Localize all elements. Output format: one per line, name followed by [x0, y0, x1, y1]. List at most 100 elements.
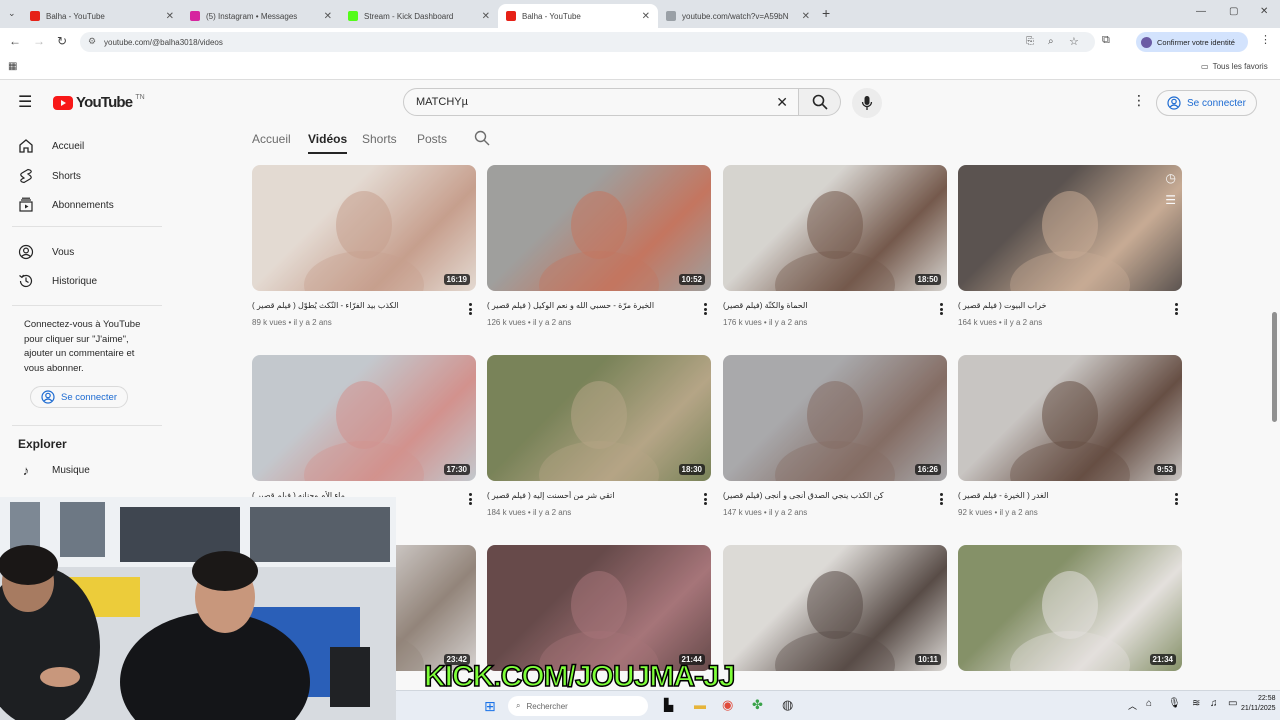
sidebar-item-abonnements[interactable]: Abonnements — [18, 197, 114, 213]
extensions-icon[interactable]: ⧉ — [1102, 34, 1110, 47]
clock[interactable]: 22:58 21/11/2025 — [1241, 694, 1276, 714]
more-actions-icon[interactable] — [703, 303, 707, 315]
scrollbar[interactable] — [1272, 312, 1277, 422]
sidebar-item-vous[interactable]: Vous — [18, 244, 74, 260]
more-actions-icon[interactable] — [468, 303, 472, 315]
wifi-icon[interactable]: ≋ — [1192, 698, 1200, 709]
video-thumbnail[interactable]: ◷ ☰ — [958, 165, 1182, 291]
sidebar-item-shorts[interactable]: Shorts — [18, 168, 81, 184]
reload-icon[interactable]: ↻ — [57, 34, 67, 48]
close-window-icon[interactable]: ✕ — [1260, 6, 1268, 17]
address-bar[interactable]: ⚙ youtube.com/@balha3018/videos ⎘ ⌕ ☆ — [80, 32, 1095, 52]
close-tab-icon[interactable]: ✕ — [802, 11, 810, 22]
chrome-icon[interactable]: ◉ — [722, 697, 733, 713]
video-thumbnail[interactable]: 17:30 — [252, 355, 476, 481]
task-view-icon[interactable]: ▙ — [664, 698, 673, 712]
tray-chevron-icon[interactable]: ︿ — [1128, 699, 1137, 712]
browser-tab[interactable]: youtube.com/watch?v=A59bN ✕ — [658, 4, 818, 28]
maximize-icon[interactable]: ▢ — [1229, 6, 1238, 17]
close-tab-icon[interactable]: ✕ — [482, 11, 490, 22]
sidebar-signin-button[interactable]: Se connecter — [30, 386, 128, 408]
more-actions-icon[interactable] — [1174, 303, 1178, 315]
video-card[interactable]: 16:19 الكذب بيد الفرّاء - النّكث يُطوّل (… — [252, 165, 476, 327]
tab-shorts[interactable]: Shorts — [362, 132, 397, 146]
sidebar-item-historique[interactable]: Historique — [18, 273, 97, 289]
more-actions-icon[interactable] — [703, 493, 707, 505]
bookmark-star-icon[interactable]: ☆ — [1069, 35, 1079, 48]
watch-later-icon[interactable]: ◷ — [1166, 171, 1176, 185]
video-title[interactable]: الخيرة مرّة - حسبي الله و نعم الوكيل ( ف… — [487, 301, 711, 310]
video-card[interactable]: 9:53 الغدر ( الخيرة - فيلم قصير ) 92 k vue… — [958, 355, 1182, 517]
search-button[interactable] — [799, 88, 841, 116]
more-actions-icon[interactable] — [468, 493, 472, 505]
video-thumbnail[interactable]: 18:30 — [487, 355, 711, 481]
obs-icon[interactable]: ◍ — [782, 697, 793, 713]
video-card[interactable]: 21:44 — [487, 545, 711, 671]
network-icon[interactable]: ⌂ — [1146, 698, 1152, 709]
video-title[interactable]: الكذب بيد الفرّاء - النّكث يُطوّل ( فيلم… — [252, 301, 476, 310]
browser-tab[interactable]: Stream - Kick Dashboard ✕ — [340, 4, 498, 28]
profile-button[interactable]: Confirmer votre identité — [1136, 32, 1248, 52]
video-card[interactable]: ◷ ☰ خراب البيوت ( فيلم قصير ) 164 k vues • … — [958, 165, 1182, 327]
search-input[interactable]: MATCHYµ ✕ — [403, 88, 799, 116]
back-icon[interactable]: ← — [9, 34, 21, 48]
zoom-icon[interactable]: ⌕ — [1048, 36, 1054, 47]
apps-icon[interactable]: ▦ — [8, 61, 17, 72]
clear-search-icon[interactable]: ✕ — [776, 94, 788, 111]
video-card[interactable]: 18:50 الحماة والكنّة (فيلم قصير) 176 k vue… — [723, 165, 947, 327]
video-card[interactable]: 21:34 — [958, 545, 1182, 671]
video-title[interactable]: الغدر ( الخيرة - فيلم قصير ) — [958, 491, 1182, 500]
browser-tab[interactable]: (5) Instagram • Messages ✕ — [182, 4, 340, 28]
sidebar-item-accueil[interactable]: Accueil — [18, 138, 84, 154]
video-thumbnail[interactable]: 16:19 — [252, 165, 476, 291]
app-icon[interactable]: ✤ — [752, 697, 763, 713]
channel-search-icon[interactable] — [474, 130, 490, 151]
browser-menu-icon[interactable]: ⋮ — [1260, 33, 1271, 46]
close-tab-icon[interactable]: ✕ — [642, 11, 650, 22]
install-icon[interactable]: ⎘ — [1026, 36, 1034, 47]
volume-icon[interactable]: ♫ — [1210, 698, 1218, 709]
tab-vidéos[interactable]: Vidéos — [308, 132, 348, 154]
browser-tab[interactable]: Balha - YouTube ✕ — [22, 4, 182, 28]
voice-search-button[interactable] — [852, 88, 882, 118]
file-explorer-icon[interactable]: ▬ — [694, 698, 706, 712]
browser-tab[interactable]: Balha - YouTube ✕ — [498, 4, 658, 28]
video-card[interactable]: 10:11 — [723, 545, 947, 671]
tab-posts[interactable]: Posts — [417, 132, 447, 146]
more-actions-icon[interactable] — [939, 493, 943, 505]
new-tab-button[interactable]: + — [822, 5, 830, 21]
youtube-logo[interactable]: YouTube TN — [53, 94, 145, 111]
minimize-icon[interactable]: — — [1196, 6, 1206, 17]
more-actions-icon[interactable] — [1174, 493, 1178, 505]
taskbar-search[interactable]: ⌕ Rechercher — [508, 696, 648, 716]
video-thumbnail[interactable]: 21:44 — [487, 545, 711, 671]
battery-icon[interactable]: ▭ — [1228, 698, 1237, 709]
close-tab-icon[interactable]: ✕ — [324, 11, 332, 22]
video-card[interactable]: 10:52 الخيرة مرّة - حسبي الله و نعم الوكي… — [487, 165, 711, 327]
forward-icon[interactable]: → — [33, 34, 45, 48]
video-thumbnail[interactable]: 21:34 — [958, 545, 1182, 671]
tab-search-icon[interactable]: ⌄ — [8, 8, 16, 19]
more-actions-icon[interactable] — [939, 303, 943, 315]
signin-button[interactable]: Se connecter — [1156, 90, 1257, 116]
video-thumbnail[interactable]: 10:52 — [487, 165, 711, 291]
sidebar-item-music[interactable]: ♪ Musique — [18, 463, 90, 478]
add-to-queue-icon[interactable]: ☰ — [1165, 193, 1176, 207]
video-thumbnail[interactable]: 9:53 — [958, 355, 1182, 481]
mic-tray-icon[interactable]: 🎙 — [1168, 698, 1181, 709]
video-card[interactable]: 17:30 ماء الأم وحنانه ( فيلم قصير ) — [252, 355, 476, 505]
video-thumbnail[interactable]: 16:26 — [723, 355, 947, 481]
video-card[interactable]: 18:30 اتقي شر من أحسنت إليه ( فيلم قصير )… — [487, 355, 711, 517]
settings-menu-icon[interactable]: ⋮ — [1132, 92, 1146, 109]
all-bookmarks[interactable]: ▭ Tous les favoris — [1201, 62, 1268, 71]
video-title[interactable]: خراب البيوت ( فيلم قصير ) — [958, 301, 1182, 310]
video-thumbnail[interactable]: 10:11 — [723, 545, 947, 671]
site-info-icon[interactable]: ⚙ — [88, 36, 96, 47]
tab-accueil[interactable]: Accueil — [252, 132, 291, 146]
video-card[interactable]: 16:26 كن الكذب ينجي الصدق أنجى و أنجى (في… — [723, 355, 947, 517]
close-tab-icon[interactable]: ✕ — [166, 11, 174, 22]
hamburger-menu-icon[interactable]: ☰ — [18, 92, 32, 112]
windows-start-icon[interactable]: ⊞ — [484, 698, 496, 715]
video-title[interactable]: الحماة والكنّة (فيلم قصير) — [723, 301, 947, 310]
video-title[interactable]: كن الكذب ينجي الصدق أنجى و أنجى (فيلم قص… — [723, 491, 947, 500]
